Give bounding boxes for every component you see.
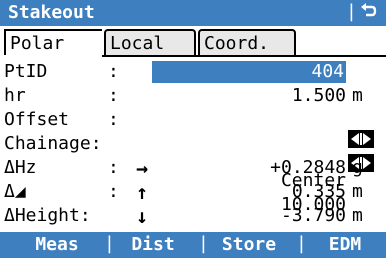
dhz-unit: g bbox=[352, 157, 363, 178]
dheight-label: ΔHeight: bbox=[4, 205, 91, 226]
dheight-unit: m bbox=[352, 205, 363, 226]
ptid-input[interactable]: 404 bbox=[152, 61, 346, 83]
offset-colon: : bbox=[108, 109, 119, 130]
arrow-down-icon: ↓ bbox=[136, 204, 149, 228]
tab-underline bbox=[102, 55, 386, 57]
hr-value[interactable]: 1.500 bbox=[292, 85, 346, 106]
chainage-row: Chainage: 10.000 bbox=[0, 132, 386, 215]
ptid-label: PtID bbox=[4, 61, 48, 82]
tab-bar: Polar Local Coord. bbox=[0, 29, 386, 57]
title-bar: Stakeout | bbox=[0, 0, 386, 26]
meas-button[interactable]: Meas bbox=[12, 234, 102, 255]
ddist-colon: : bbox=[108, 181, 119, 202]
stakeout-screen: Stakeout | Polar Local Coord. PtID : 404… bbox=[0, 0, 386, 258]
hr-unit: m bbox=[352, 85, 363, 106]
edm-button[interactable]: EDM bbox=[300, 234, 386, 255]
chainage-label: Chainage: bbox=[4, 133, 102, 154]
title-separator: | bbox=[346, 1, 357, 22]
dheight-value: -3.790 bbox=[280, 205, 346, 226]
softkey-bar: Meas | Dist | Store | EDM bbox=[0, 232, 386, 258]
dhz-colon: : bbox=[108, 157, 119, 178]
ddist-row: Δ◢ : ↑ 0.335 m bbox=[0, 180, 386, 204]
dist-button[interactable]: Dist bbox=[108, 234, 198, 255]
dhz-value: +0.2848 bbox=[270, 157, 346, 178]
ddist-value: 0.335 bbox=[291, 181, 346, 202]
dhz-label: ΔHz bbox=[4, 157, 37, 178]
dhz-row: ΔHz : → +0.2848 g bbox=[0, 156, 386, 180]
arrow-up-icon: ↑ bbox=[136, 180, 149, 204]
ptid-colon: : bbox=[108, 61, 119, 82]
store-button[interactable]: Store bbox=[204, 234, 294, 255]
hr-row: hr : 1.500 m bbox=[0, 84, 386, 108]
dheight-row: ΔHeight: ↓ -3.790 m bbox=[0, 204, 386, 228]
back-icon[interactable] bbox=[360, 1, 378, 26]
tab-coord[interactable]: Coord. bbox=[198, 29, 296, 55]
hr-colon: : bbox=[108, 85, 119, 106]
ddist-label: Δ◢ bbox=[4, 181, 26, 202]
ddist-unit: m bbox=[352, 181, 363, 202]
tab-local[interactable]: Local bbox=[104, 29, 196, 55]
hr-label: hr bbox=[4, 85, 26, 106]
offset-label: Offset bbox=[4, 109, 70, 130]
window-title: Stakeout bbox=[8, 2, 95, 23]
tab-polar[interactable]: Polar bbox=[4, 29, 102, 55]
ptid-row: PtID : 404 bbox=[0, 60, 386, 84]
arrow-right-icon: → bbox=[136, 156, 149, 180]
offset-row: Offset : Center bbox=[0, 108, 386, 191]
